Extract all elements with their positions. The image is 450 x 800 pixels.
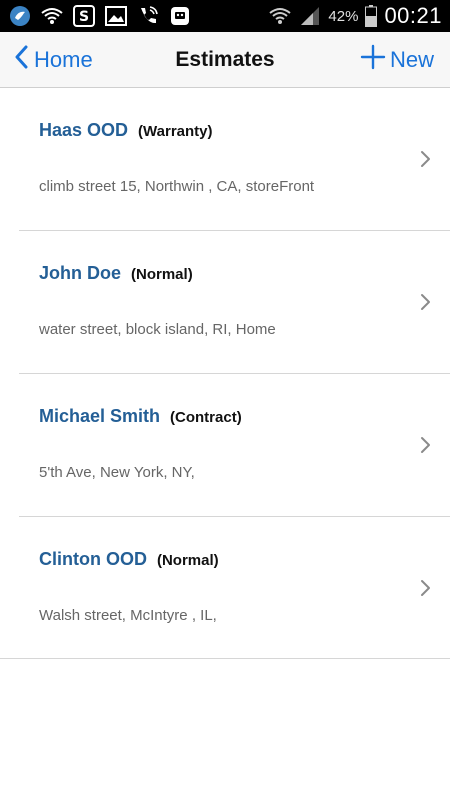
new-estimate-label: New <box>389 46 434 72</box>
estimates-list: Haas OOD (Warranty) climb street 15, Nort… <box>0 88 450 659</box>
estimate-name-line: John Doe (Normal) <box>39 263 193 284</box>
system-status: 42% 00:21 <box>268 0 442 32</box>
phone-wifi-icon <box>136 4 160 28</box>
customer-address: water street, block island, RI, Home <box>39 321 276 338</box>
estimate-name-line: Haas OOD (Warranty) <box>39 120 213 141</box>
new-estimate-button[interactable]: New <box>360 32 434 87</box>
notification-icons: S <box>8 4 192 28</box>
clock-time: 00:21 <box>384 3 442 28</box>
home-back-button[interactable]: Home <box>14 32 93 87</box>
customer-address: 5'th Ave, New York, NY, <box>39 464 195 481</box>
s-app-icon: S <box>72 4 96 28</box>
plus-icon <box>360 44 386 75</box>
image-icon <box>104 4 128 28</box>
estimate-type: (Contract) <box>170 409 242 426</box>
battery-percent: 42% <box>328 7 359 25</box>
customer-name: Clinton OOD <box>39 549 147 569</box>
list-item[interactable]: Michael Smith (Contract) 5'th Ave, New Yo… <box>19 374 450 517</box>
customer-name: Michael Smith <box>39 406 161 426</box>
chevron-right-icon <box>420 579 432 597</box>
list-item[interactable]: Haas OOD (Warranty) climb street 15, Nort… <box>19 88 450 231</box>
status-bar: S 42% 00:21 <box>0 0 450 32</box>
customer-address: Walsh street, McIntyre , IL, <box>39 607 217 624</box>
wifi-icon <box>40 4 64 28</box>
estimate-type: (Warranty) <box>138 123 213 140</box>
chevron-right-icon <box>420 436 432 454</box>
nav-bar: Home Estimates New <box>0 32 450 88</box>
chevron-right-icon <box>420 150 432 168</box>
home-back-label: Home <box>34 46 93 72</box>
chevron-right-icon <box>420 293 432 311</box>
svg-text:S: S <box>79 9 89 25</box>
estimate-name-line: Michael Smith (Contract) <box>39 406 242 427</box>
customer-name: John Doe <box>39 263 122 283</box>
app-bird-icon <box>8 4 32 28</box>
wifi-signal-icon <box>268 4 292 28</box>
estimate-type: (Normal) <box>131 266 193 283</box>
list-item[interactable]: John Doe (Normal) water street, block isl… <box>19 231 450 374</box>
chevron-left-icon <box>14 45 28 74</box>
estimate-name-line: Clinton OOD (Normal) <box>39 549 219 570</box>
customer-address: climb street 15, Northwin , CA, storeFro… <box>39 178 315 195</box>
customer-name: Haas OOD <box>39 120 129 140</box>
estimate-type: (Normal) <box>156 552 219 569</box>
battery-icon <box>364 4 378 28</box>
list-item[interactable]: Clinton OOD (Normal) Walsh street, McInty… <box>0 517 450 659</box>
robot-icon <box>168 4 192 28</box>
cell-signal-icon <box>298 4 322 28</box>
